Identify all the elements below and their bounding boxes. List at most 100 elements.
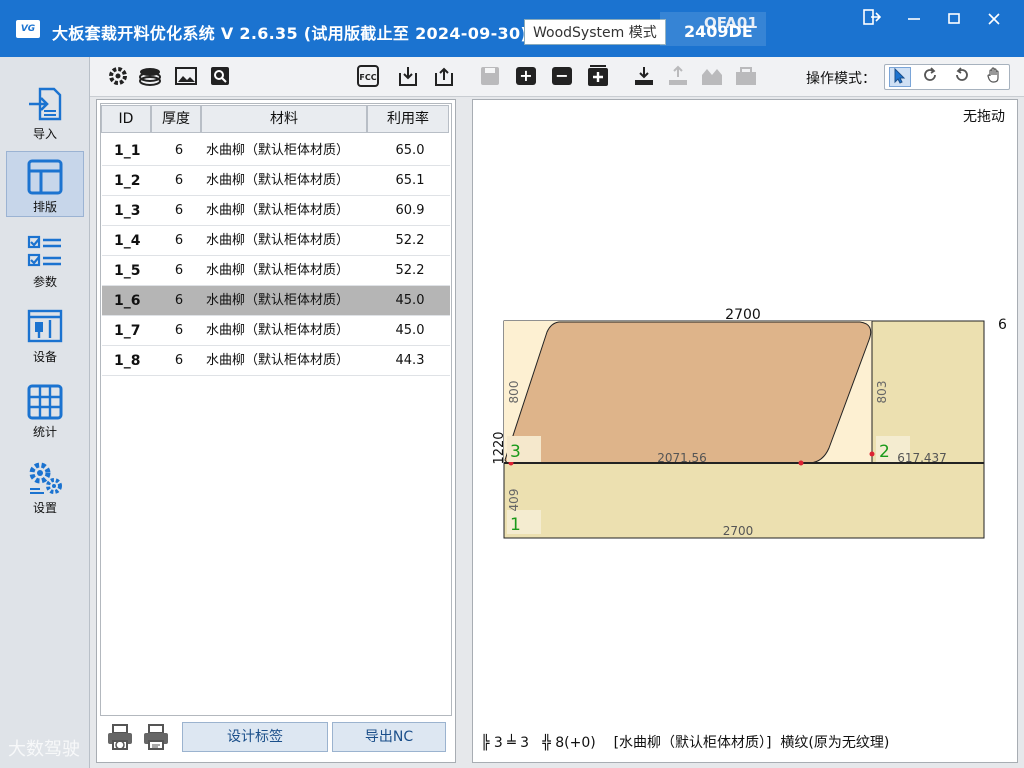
row-material: 水曲柳（默认柜体材质） <box>206 293 350 308</box>
table-row[interactable]: 1_4 6 水曲柳（默认柜体材质） 52.2 <box>102 226 450 256</box>
cut-point <box>798 460 804 466</box>
sidebar-item-stats[interactable]: 统计 <box>6 377 84 443</box>
sidebar-item-label: 统计 <box>32 425 57 439</box>
row-material: 水曲柳（默认柜体材质） <box>206 263 350 278</box>
gears-icon <box>29 462 62 494</box>
gear-icon[interactable] <box>106 65 130 87</box>
sidebar-item-label: 排版 <box>32 200 57 214</box>
col-id[interactable]: ID <box>101 105 151 133</box>
title-bar: VG 大板套裁开料优化系统 V 2.6.35 (试用版截止至 2024-09-3… <box>0 0 1024 57</box>
save-icon[interactable] <box>478 65 502 87</box>
col-material[interactable]: 材料 <box>201 105 367 133</box>
close-icon[interactable] <box>974 8 1014 36</box>
row-material: 水曲柳（默认柜体材质） <box>206 143 350 158</box>
sidebar-item-layout[interactable]: 排版 <box>6 151 84 217</box>
refresh-icon[interactable] <box>951 67 973 87</box>
add-icon[interactable]: + <box>514 65 538 87</box>
row-utilization: 60.9 <box>395 203 425 218</box>
upload-box-icon[interactable] <box>432 65 456 87</box>
sidebar-item-import[interactable]: 导入 <box>6 79 84 145</box>
hand-icon[interactable] <box>983 67 1005 87</box>
minimize-icon[interactable] <box>894 8 934 36</box>
table-grid-icon <box>27 384 63 420</box>
board-width-label: 2700 <box>725 307 761 323</box>
table-row[interactable]: 1_8 6 水曲柳（默认柜体材质） 44.3 <box>102 346 450 376</box>
table-bottom-bar: 设计标签 导出NC <box>100 717 452 761</box>
board-drawing: 2700 6 1220 3 2 1 800 803 409 2071.56 61… <box>492 307 1007 539</box>
license-code: QFA01 2409DE <box>660 12 766 46</box>
sidebar-item-label: 导入 <box>32 127 57 141</box>
export-nc-button[interactable]: 导出NC <box>332 722 446 752</box>
exit-icon[interactable] <box>852 8 892 36</box>
fcc-icon[interactable]: FCC <box>356 65 380 87</box>
sidebar-item-settings[interactable]: 设置 <box>6 453 84 519</box>
row-utilization: 65.0 <box>395 143 425 158</box>
board-table: ID 厚度 材料 利用率 1_1 6 水曲柳（默认柜体材质） 65.0 1_2 6 水曲柳（… <box>100 103 452 716</box>
design-label-button[interactable]: 设计标签 <box>182 722 328 752</box>
row-utilization: 45.0 <box>395 293 425 308</box>
row-material: 水曲柳（默认柜体材质） <box>206 353 350 368</box>
table-row[interactable]: 1_7 6 水曲柳（默认柜体材质） 45.0 <box>102 316 450 346</box>
add-box-icon[interactable] <box>586 65 610 87</box>
col-thickness[interactable]: 厚度 <box>151 105 201 133</box>
canvas-status-line: ╠ 3 ╧ 3 ╬ 8(+0) [水曲柳（默认柜体材质）] 横纹(原为无纹理) <box>481 732 889 752</box>
part-1-label: 1 <box>510 515 521 535</box>
table-row[interactable]: 1_6 6 水曲柳（默认柜体材质） 45.0 <box>102 286 450 316</box>
col-utilization[interactable]: 利用率 <box>367 105 449 133</box>
part-3-height: 800 <box>507 381 521 404</box>
export-up-icon[interactable] <box>666 65 690 87</box>
part-3-shape <box>504 321 872 464</box>
status-material: [水曲柳（默认柜体材质）] <box>613 735 772 751</box>
print-preview-icon[interactable] <box>106 723 134 751</box>
part-3-label: 3 <box>510 442 521 462</box>
download-box-icon[interactable] <box>396 65 420 87</box>
row-material: 水曲柳（默认柜体材质） <box>206 203 350 218</box>
maximize-icon[interactable] <box>934 8 974 36</box>
pointer-icon[interactable] <box>889 67 911 87</box>
bottom-width: 2700 <box>723 524 754 538</box>
row-thickness: 6 <box>174 233 184 248</box>
row-utilization: 52.2 <box>395 263 425 278</box>
rotate-icon[interactable] <box>919 67 941 87</box>
part-2-label: 2 <box>879 442 890 462</box>
mode-badge[interactable]: WoodSystem 模式 <box>524 19 666 45</box>
app-logo: VG <box>16 20 40 38</box>
row-thickness: 6 <box>174 263 184 278</box>
machine-icon <box>27 309 63 343</box>
machine-gray2-icon[interactable] <box>734 65 758 87</box>
row-utilization: 52.2 <box>395 233 425 248</box>
sidebar-item-machine[interactable]: 设备 <box>6 302 84 368</box>
row-thickness: 6 <box>174 143 184 158</box>
machine-gray-icon[interactable] <box>700 65 724 87</box>
remove-icon[interactable]: − <box>550 65 574 87</box>
row-id: 1_3 <box>114 203 141 219</box>
row-material: 水曲柳（默认柜体材质） <box>206 323 350 338</box>
board-height-label: 1220 <box>492 431 507 464</box>
print-icon[interactable] <box>142 723 170 751</box>
count-b: ╬ 8(+0) <box>542 735 596 751</box>
watermark: 大数驾驶 <box>8 739 80 760</box>
row-material: 水曲柳（默认柜体材质） <box>206 233 350 248</box>
cut-point <box>869 451 875 457</box>
table-row[interactable]: 1_2 6 水曲柳（默认柜体材质） 65.1 <box>102 166 450 196</box>
count-a: ╠ 3 ╧ 3 <box>481 735 530 751</box>
cut-length: 2071.56 <box>657 451 707 465</box>
op-mode-label: 操作模式： <box>806 71 876 87</box>
table-row[interactable]: 1_3 6 水曲柳（默认柜体材质） 60.9 <box>102 196 450 226</box>
table-row[interactable]: 1_5 6 水曲柳（默认柜体材质） 52.2 <box>102 256 450 286</box>
row-thickness: 6 <box>174 203 184 218</box>
row-utilization: 65.1 <box>395 173 425 188</box>
table-row[interactable]: 1_1 6 水曲柳（默认柜体材质） 65.0 <box>102 136 450 166</box>
layout-canvas[interactable]: 无拖动 2700 6 1220 3 2 1 800 803 409 2071.5… <box>472 99 1018 763</box>
row-thickness: 6 <box>174 353 184 368</box>
image-icon[interactable] <box>174 65 198 87</box>
window-title: 大板套裁开料优化系统 V 2.6.35 (试用版截止至 2024-09-30) <box>52 24 529 43</box>
row-thickness: 6 <box>174 173 184 188</box>
sidebar-item-params[interactable]: 参数 <box>6 227 84 293</box>
sidebar-item-label: 设置 <box>32 501 57 515</box>
search-image-icon[interactable] <box>208 65 232 87</box>
layers-icon[interactable] <box>138 65 162 87</box>
import-icon <box>29 87 62 121</box>
import-down-icon[interactable] <box>632 65 656 87</box>
layout-icon <box>27 159 63 195</box>
